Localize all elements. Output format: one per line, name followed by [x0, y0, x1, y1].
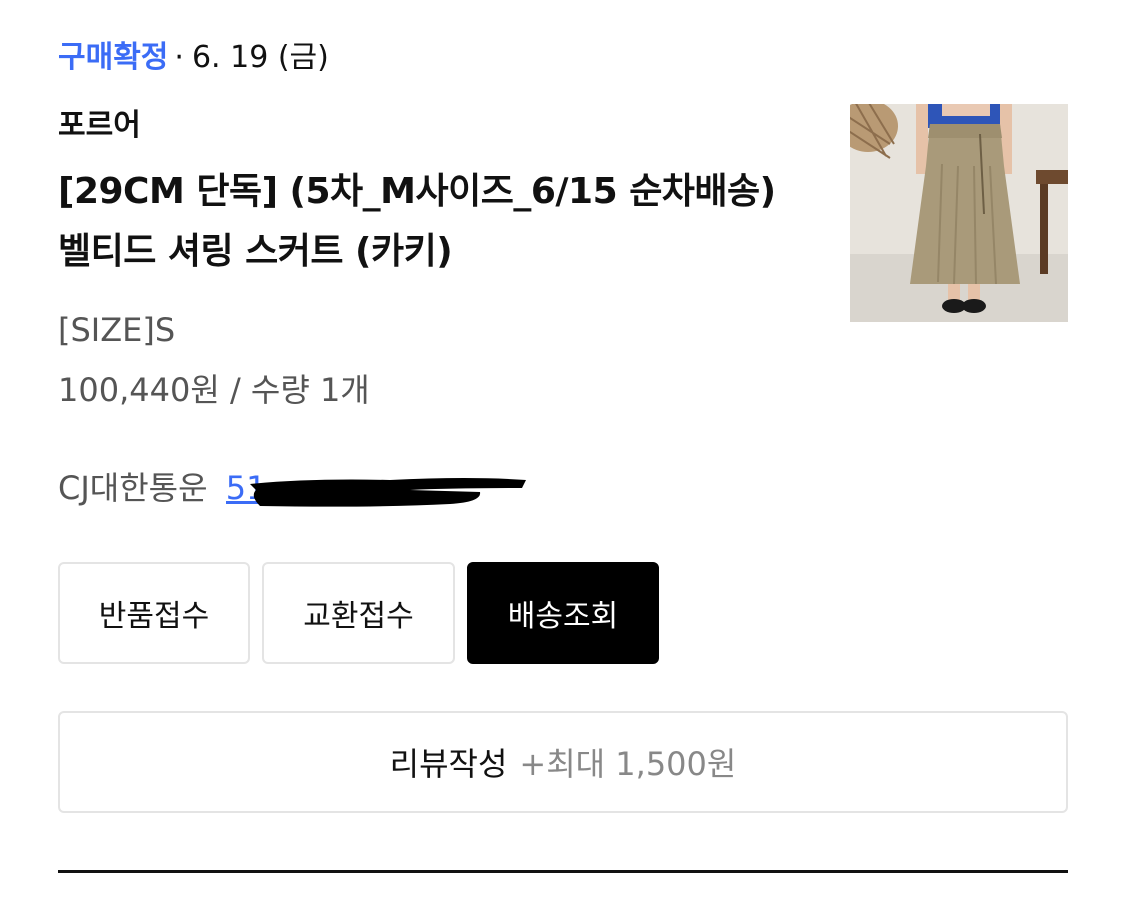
product-photo-image [850, 104, 1068, 322]
status-separator: · [174, 40, 184, 75]
order-date: 6. 19 (금) [191, 40, 329, 75]
price-quantity: 100,440원 / 수량 1개 [58, 371, 370, 409]
section-divider [58, 870, 1068, 873]
review-reward: +최대 1,500원 [519, 745, 737, 783]
exchange-request-button[interactable]: 교환접수 [262, 562, 455, 664]
order-status-line: 구매확정 · 6. 19 (금) [58, 38, 329, 78]
product-thumbnail[interactable] [850, 104, 1068, 322]
option-text: [SIZE]S [58, 311, 176, 349]
redaction-mark [250, 478, 526, 507]
review-label: 리뷰작성 [389, 745, 508, 783]
product-title[interactable]: [29CM 단독] (5차_M사이즈_6/15 순차배송) 벨티드 셔링 스커트… [58, 162, 798, 282]
order-item-card: 구매확정 · 6. 19 (금) 포르어 [29CM 단독] (5차_M사이즈_6/… [0, 0, 1125, 908]
courier-name: CJ대한통운 [58, 469, 208, 507]
return-request-button[interactable]: 반품접수 [58, 562, 250, 664]
brand-name[interactable]: 포르어 [58, 106, 141, 146]
order-status-label: 구매확정 [58, 40, 169, 75]
delivery-tracking-button[interactable]: 배송조회 [467, 562, 659, 664]
write-review-button[interactable]: 리뷰작성 +최대 1,500원 [58, 711, 1068, 813]
